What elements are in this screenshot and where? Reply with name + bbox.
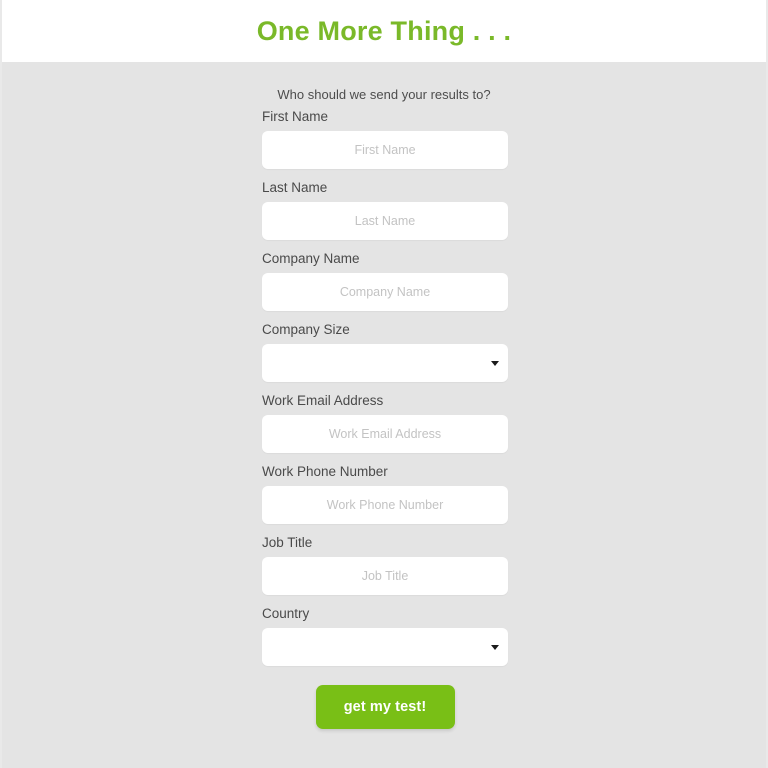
form-field-last-name: Last Name (262, 179, 508, 240)
form-section: Who should we send your results to? Firs… (2, 62, 766, 768)
country-select-wrapper (262, 628, 508, 666)
form-field-work-phone-number: Work Phone Number (262, 463, 508, 524)
company-size-select-wrapper (262, 344, 508, 382)
label-work-email-address: Work Email Address (262, 393, 384, 408)
form-field-country: Country (262, 605, 508, 666)
label-work-phone-number: Work Phone Number (262, 464, 388, 479)
page-header: One More Thing . . . (2, 0, 766, 62)
label-company-size: Company Size (262, 322, 350, 337)
form-field-company-name: Company Name (262, 250, 508, 311)
form-subtitle: Who should we send your results to? (277, 87, 491, 102)
label-last-name: Last Name (262, 180, 328, 195)
form-field-company-size: Company Size (262, 321, 508, 382)
first-name-input[interactable] (262, 131, 508, 169)
page-title: One More Thing . . . (256, 15, 512, 46)
label-job-title: Job Title (262, 535, 313, 550)
job-title-input[interactable] (262, 557, 508, 595)
submit-row: get my test! (262, 685, 508, 729)
country-select[interactable] (262, 628, 508, 666)
lead-capture-form: First Name Last Name Company Name Company S… (262, 108, 508, 729)
form-field-first-name: First Name (262, 108, 508, 169)
work-email-address-input[interactable] (262, 415, 508, 453)
page-root: One More Thing . . . Who should we send … (0, 0, 768, 768)
label-company-name: Company Name (262, 251, 360, 266)
label-country: Country (262, 606, 310, 621)
work-phone-number-input[interactable] (262, 486, 508, 524)
company-name-input[interactable] (262, 273, 508, 311)
label-first-name: First Name (262, 109, 329, 124)
form-field-work-email-address: Work Email Address (262, 392, 508, 453)
company-size-select[interactable] (262, 344, 508, 382)
last-name-input[interactable] (262, 202, 508, 240)
get-my-test-button[interactable]: get my test! (315, 685, 455, 729)
form-field-job-title: Job Title (262, 534, 508, 595)
